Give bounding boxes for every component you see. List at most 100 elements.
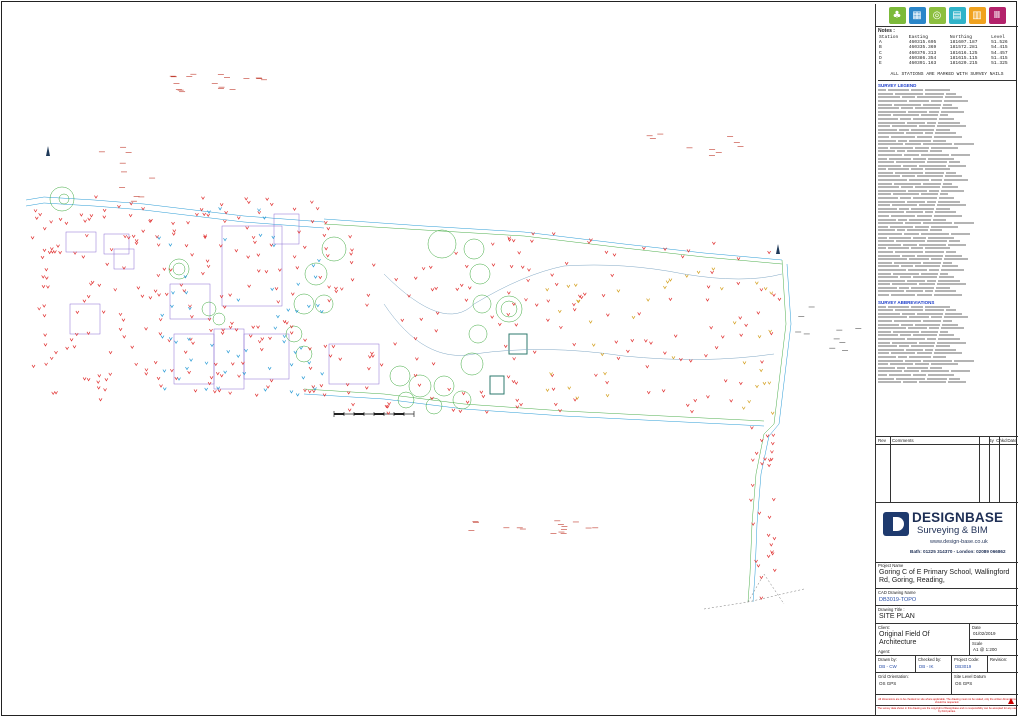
survey-point [295,266,300,270]
orientation-datum-field: Grid Orientation: OS GPS Site Level Datu… [876,673,1018,695]
legend-entry [901,107,913,110]
building-icon: ▦ [908,7,926,24]
survey-point [458,409,463,414]
survey-point [348,235,352,239]
legend-row [878,232,1016,236]
legend-entry [899,207,909,210]
survey-point [30,236,35,240]
legend-entry [945,96,962,99]
legend-entry [921,370,949,373]
survey-point [170,304,174,309]
survey-point [550,273,554,277]
survey-point [431,362,436,366]
legend-entry [878,363,888,366]
legend-entry [940,114,948,117]
survey-point [270,287,274,292]
survey-point [168,337,173,341]
survey-point [282,334,287,339]
survey-point [131,234,136,239]
survey-point [285,321,289,325]
revision-divider [999,437,1000,502]
survey-point [464,264,469,269]
legend-entry [878,207,897,210]
legend-entry [943,261,952,264]
survey-point [108,372,113,377]
legend-entry [908,327,927,330]
survey-point [759,596,764,600]
legend-entry [891,294,915,297]
survey-point [144,372,149,376]
survey-abbreviations-heading: SURVEY ABBREVIATIONS [878,299,935,305]
survey-point [195,212,199,217]
legend-entry [913,276,937,279]
survey-point [44,268,49,272]
legend-entry [925,211,933,214]
legend-entry [931,258,942,261]
company-website[interactable]: www.design-base.co.uk [930,539,988,545]
legend-entry [899,286,909,289]
survey-point [256,325,260,329]
legend-entry [937,283,966,286]
legend-entry [895,309,923,312]
legend-entry [878,247,886,250]
legend-row [878,146,1016,150]
survey-point [413,337,418,341]
survey-point [251,325,255,330]
survey-point [777,297,782,302]
survey-point [41,284,46,289]
legend-row [878,366,1016,370]
legend-entry [890,363,913,366]
survey-point [136,286,141,290]
survey-point [168,243,173,247]
legend-entry [943,182,952,185]
survey-point [760,360,764,364]
survey-point [506,312,511,317]
legend-entry [878,110,906,113]
survey-point [96,386,101,390]
legend-entry [928,236,954,239]
legend-entry [911,286,934,289]
legend-row [878,175,1016,178]
legend-row [878,261,1016,265]
legend-entry [915,323,940,326]
legend-entry [940,330,948,333]
legend-entry [878,117,898,120]
survey-point [38,213,42,217]
survey-point [567,386,572,390]
legend-entry [878,352,889,355]
legend-row [878,240,1016,243]
survey-point [89,214,94,218]
survey-point [769,543,774,547]
legend-entry [919,204,935,207]
survey-point [160,313,165,318]
legend-entry [902,175,915,178]
survey-point [549,372,553,376]
legend-entry [890,146,913,149]
legend-row [878,243,1016,247]
drawing-title-value: SITE PLAN [879,613,915,620]
survey-point [766,533,771,538]
survey-point [551,232,556,236]
legend-entry [949,240,960,243]
survey-point [278,268,282,272]
legend-entry [904,232,919,235]
survey-point [201,272,205,276]
survey-point [82,299,87,303]
legend-row [878,377,1016,381]
legend-entry [904,153,919,156]
survey-point [520,265,525,270]
survey-point [616,356,621,361]
survey-point [430,288,435,292]
survey-point [710,270,714,275]
survey-point [339,287,344,291]
legend-entry [927,161,947,164]
legend-entry [878,250,893,253]
survey-point [756,311,761,315]
legend-row [878,345,1016,348]
legend-row [878,268,1016,272]
legend-entry [907,279,925,282]
legend-row [878,186,1016,189]
legend-entry [878,114,891,117]
survey-point [684,274,689,278]
legend-row [878,179,1016,182]
